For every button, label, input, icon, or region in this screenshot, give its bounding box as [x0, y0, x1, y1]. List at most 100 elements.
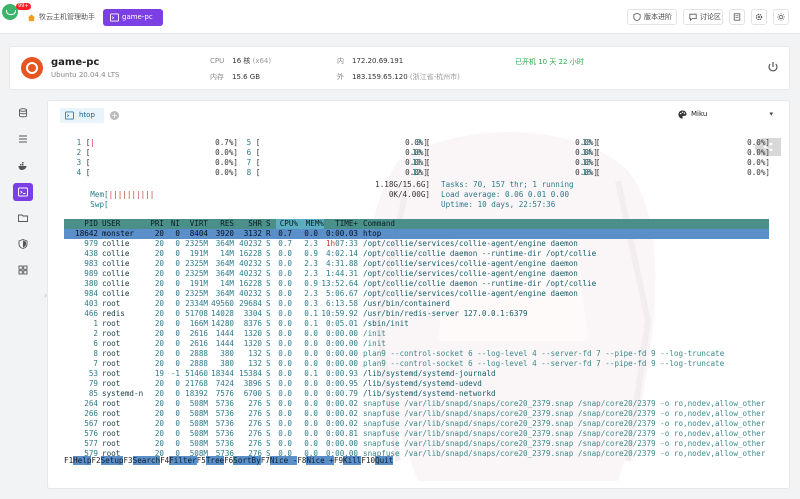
process-row[interactable]: 8 root 20 0 2888 380 132 S 0.0 0.0 0:00.00 plan9 --… [64, 349, 769, 359]
sidebar-item-terminal[interactable] [13, 183, 33, 201]
process-row[interactable]: 577 root 20 0 508M 5736 276 S 0.0 0.0 0:00.00 snapf… [64, 439, 769, 449]
tab-home[interactable]: 牧云主机管理助手 [20, 9, 96, 26]
process-row[interactable]: 979 collie 20 0 2325M 364M 40232 S 0.7 2.3 1h07:33… [64, 239, 769, 249]
column-header-virt[interactable]: VIRT [182, 219, 208, 229]
fkey-f1[interactable]: F1Help [64, 456, 92, 466]
process-row[interactable]: 466 redis 20 0 51708 14028 3304 S 0.0 0.1 10:59.92… [64, 309, 769, 319]
cpu-meter-number: 11 [412, 158, 426, 167]
fkey-f10[interactable]: F10Quit [361, 456, 394, 466]
tasks-line: Tasks: 70, 157 thr; 1 running [441, 180, 574, 189]
process-row[interactable]: 7 root 20 0 2888 380 132 S 0.0 0.0 0:00.00 plan9 --… [64, 359, 769, 369]
fkey-f6[interactable]: F6SortBy [224, 456, 261, 466]
column-header-pid[interactable]: PID [64, 219, 98, 229]
cpu-meter-fill: | [90, 138, 95, 147]
process-cmd: /opt/collie/collie daemon --runtime-dir … [363, 279, 597, 288]
column-header-user[interactable]: USER [102, 219, 146, 229]
process-row[interactable]: 984 collie 20 0 2325M 364M 40232 S 0.0 2.3 5:06.67… [64, 289, 769, 299]
process-row[interactable]: 266 root 20 0 508M 5736 276 S 0.0 0.0 0:00.02 snapf… [64, 409, 769, 419]
power-icon[interactable] [767, 61, 779, 73]
process-row[interactable]: 989 collie 20 0 2325M 364M 40232 S 0.0 2.3 1:44.31… [64, 269, 769, 279]
fkey-f2[interactable]: F2Setup [91, 456, 124, 466]
cpu-meter-bracket: [ [425, 148, 431, 157]
process-time: 0:00.95 [325, 379, 358, 388]
process-time: 0:00.00 [325, 329, 358, 338]
process-shr: 29684 [239, 299, 262, 308]
cpu-label: CPU [210, 57, 225, 65]
column-header-time[interactable]: TIME+ [320, 219, 358, 229]
process-time: 4:02.14 [325, 249, 358, 258]
process-pri: 20 [154, 349, 164, 358]
fkey-f9[interactable]: F9Kill [334, 456, 362, 466]
folder-icon [18, 213, 28, 223]
terminal-theme-select[interactable]: Miku ▾ [673, 107, 775, 122]
process-row[interactable]: 18642 monster 20 0 8404 3920 3132 R 0.7 0.0 0:00.0… [64, 229, 769, 239]
process-row[interactable]: 85 systemd-n 20 0 18392 7576 6700 S 0.0 0.0 0:00.7… [64, 389, 769, 399]
process-time: 1h07:33 [320, 239, 358, 249]
process-virt: 2325M [185, 289, 208, 298]
process-cmd: /sbin/init [363, 319, 409, 328]
version-upgrade-button[interactable]: 版本进阶 [627, 9, 677, 25]
process-row[interactable]: 53 root 19 -1 51460 18344 15384 S 0.0 0.1 0:00.93 /… [64, 369, 769, 379]
process-pid: 85 [88, 389, 98, 398]
terminal-tab-htop[interactable]: htop [60, 108, 104, 123]
column-header-command[interactable]: Command [363, 219, 769, 229]
process-row[interactable]: 438 collie 20 0 191M 14M 16228 S 0.0 0.9 4:02.14/o… [64, 249, 769, 259]
fkey-f7[interactable]: F7Nice - [261, 456, 298, 466]
sidebar-item-docker[interactable] [13, 157, 33, 175]
process-cmd: plan9 --control-socket 6 --log-level 4 -… [363, 349, 725, 358]
process-user: root [102, 439, 121, 448]
cpu-meter-number: 7 [242, 158, 256, 167]
process-s: S [266, 299, 271, 308]
process-s: S [266, 359, 271, 368]
add-tab-button[interactable]: + [110, 111, 119, 120]
fkey-f3[interactable]: F3Search [123, 456, 161, 466]
process-table-header[interactable]: PID USER PRI NI VIRT RES SHR S CPU% MEM% TIME+ Comm… [64, 219, 769, 229]
theme-toggle-button[interactable] [773, 9, 789, 25]
process-row[interactable]: 264 root 20 0 508M 5736 276 S 0.0 0.0 0:00.02 snapf… [64, 399, 769, 409]
chat-icon [689, 13, 697, 21]
process-row[interactable]: 576 root 20 0 508M 5736 276 S 0.0 0.0 0:00.81 snapf… [64, 429, 769, 439]
process-user: root [102, 329, 121, 338]
sidebar-item-apps[interactable] [13, 261, 33, 279]
fkey-number: F7 [260, 456, 270, 465]
process-pid: 403 [84, 299, 98, 308]
column-header-res[interactable]: RES [210, 219, 234, 229]
tab-game-pc[interactable]: game-pc [103, 9, 163, 26]
process-cmd: snapfuse /var/lib/snapd/snaps/core20_237… [363, 419, 766, 428]
process-row[interactable]: 983 collie 20 0 2325M 364M 40232 S 0.0 2.3 4:31.88… [64, 259, 769, 269]
gear-icon [755, 13, 763, 21]
fkey-label: Search [132, 456, 161, 465]
process-row[interactable]: 380 collie 20 0 191M 14M 16228 S 0.0 0.9 13:52.64 /… [64, 279, 769, 289]
process-row[interactable]: 403 root 20 0 2334M 49560 29684 S 0.0 0.3 6:13.58 /… [64, 299, 769, 309]
settings-button[interactable] [751, 9, 767, 25]
column-header-pri[interactable]: PRI [146, 219, 164, 229]
column-header-s[interactable]: S [266, 219, 274, 229]
process-pri: 20 [154, 279, 164, 288]
process-row[interactable]: 1 root 20 0 166M 14280 8376 S 0.0 0.1 0:05.01/sbin… [64, 319, 769, 329]
process-row[interactable]: 2 root 20 0 2616 1444 1320 S 0.0 0.0 0:00.00/init [64, 329, 769, 339]
sidebar-item-security[interactable] [13, 235, 33, 253]
process-s: R [266, 229, 271, 238]
process-row[interactable]: 567 root 20 0 508M 5736 276 S 0.0 0.0 0:00.02 snapf… [64, 419, 769, 429]
sidebar-item-list[interactable] [13, 130, 33, 148]
outer-ip-value[interactable]: 183.159.65.120 [352, 73, 408, 81]
shield-upgrade-icon [633, 13, 641, 21]
sidebar-item-storage[interactable] [13, 104, 33, 122]
fkey-f4[interactable]: F4Filter [160, 456, 197, 466]
fkey-f8[interactable]: F8Nice + [297, 456, 334, 466]
inner-ip-value[interactable]: 172.20.69.191 [352, 57, 403, 65]
process-row[interactable]: 6 root 20 0 2616 1444 1320 S 0.0 0.0 0:00.00/init [64, 339, 769, 349]
cpu-meter: 11 [0.0%] [412, 158, 598, 168]
process-row[interactable]: 79 root 20 0 21768 7424 3896 S 0.0 0.0 0:00.95/lib… [64, 379, 769, 389]
column-header-cpu[interactable]: CPU% [276, 219, 298, 229]
sidebar-item-files[interactable] [13, 209, 33, 227]
process-shr: 40232 [239, 259, 262, 268]
fkey-f5[interactable]: F5Tree [197, 456, 225, 466]
forum-button[interactable]: 讨论区 [683, 9, 723, 25]
process-pid: 79 [88, 379, 98, 388]
cpu-meter-bracket: [ [595, 158, 601, 167]
column-header-ni[interactable]: NI [166, 219, 180, 229]
document-button[interactable] [729, 9, 745, 25]
column-header-shr[interactable]: SHR [236, 219, 262, 229]
sidebar [9, 100, 35, 460]
